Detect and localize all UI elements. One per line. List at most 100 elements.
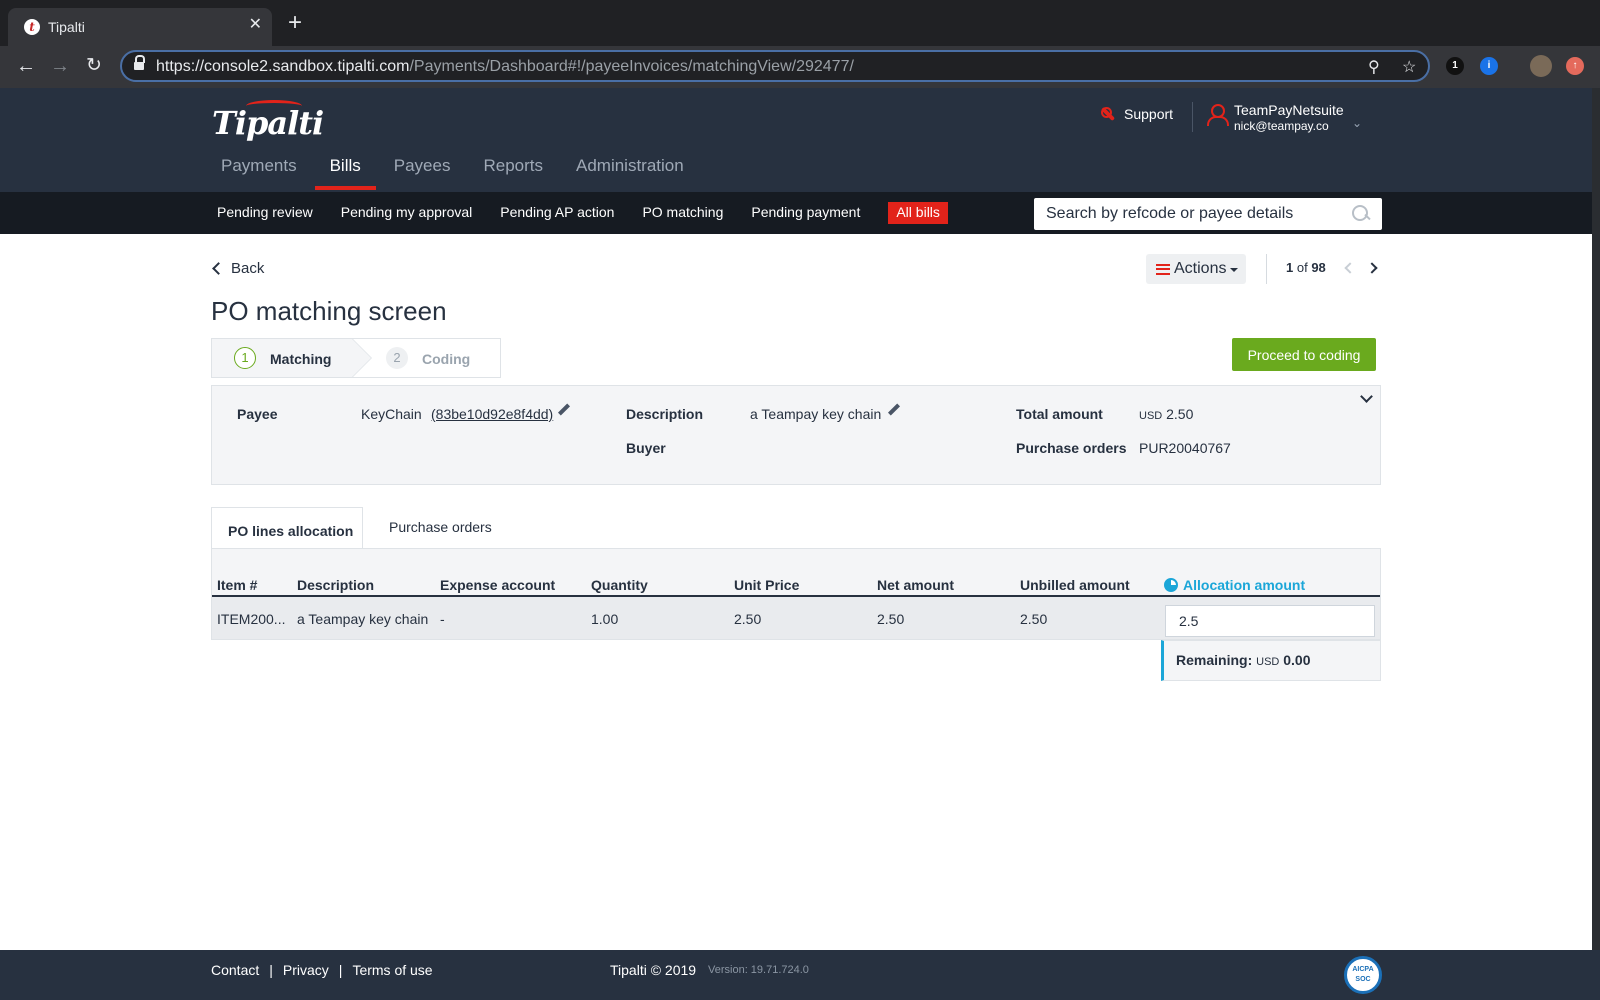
tab-purchase-orders[interactable]: Purchase orders: [389, 519, 492, 535]
browser-tab-title: Tipalti: [48, 19, 85, 35]
extension-badge-icon[interactable]: 1: [1446, 57, 1464, 75]
search-box: [1034, 198, 1382, 230]
password-manager-icon[interactable]: i: [1480, 57, 1498, 75]
nav-reports[interactable]: Reports: [483, 150, 543, 188]
col-item: Item #: [217, 577, 258, 593]
purchase-orders-value: PUR20040767: [1139, 440, 1231, 456]
footer-privacy-link[interactable]: Privacy: [283, 962, 329, 978]
subnav-pending-review[interactable]: Pending review: [217, 204, 313, 224]
pager-current: 1: [1286, 260, 1294, 275]
buyer-label: Buyer: [626, 440, 666, 456]
close-tab-icon[interactable]: ✕: [249, 16, 262, 34]
reload-icon[interactable]: ↻: [86, 55, 102, 77]
nav-administration[interactable]: Administration: [576, 150, 684, 188]
support-link[interactable]: Support: [1100, 106, 1173, 122]
pager-of: of: [1296, 260, 1308, 275]
remaining-summary: Remaining: USD 0.00: [1161, 640, 1381, 681]
user-email: nick@teampay.co: [1234, 119, 1329, 133]
description-value: a Teampay key chain: [750, 406, 882, 422]
actions-button[interactable]: Actions: [1146, 254, 1246, 284]
back-arrow-icon[interactable]: ←: [16, 55, 36, 77]
step-2-label[interactable]: Coding: [422, 351, 470, 367]
footer-terms-link[interactable]: Terms of use: [352, 962, 432, 978]
scrollbar[interactable]: [1592, 88, 1600, 950]
description-label: Description: [626, 406, 704, 422]
profile-avatar[interactable]: [1530, 55, 1552, 77]
pager-total: 98: [1311, 260, 1326, 275]
tab-po-lines-allocation[interactable]: PO lines allocation: [211, 507, 363, 549]
cell-unbilled-amount: 2.50: [1020, 611, 1048, 627]
payee-id-link[interactable]: (83be10d92e8f4dd): [431, 406, 553, 422]
col-description: Description: [297, 577, 375, 593]
chevron-left-icon: [212, 262, 225, 275]
cell-item: ITEM200...: [217, 611, 286, 627]
collapse-panel-icon[interactable]: [1360, 390, 1373, 403]
proceed-to-coding-button[interactable]: Proceed to coding: [1232, 338, 1376, 371]
cell-quantity: 1.00: [591, 611, 619, 627]
next-page-icon[interactable]: [1366, 262, 1378, 274]
bill-summary-panel: Payee KeyChain (83be10d92e8f4dd) Descrip…: [211, 385, 1381, 485]
nav-bills[interactable]: Bills: [314, 150, 377, 190]
bookmark-star-icon[interactable]: ☆: [1402, 57, 1416, 77]
total-amount-value: USD 2.50: [1139, 406, 1193, 422]
app-header: Tipalti Support TeamPayNetsuite nick@tea…: [0, 88, 1592, 192]
cell-expense-account: -: [440, 611, 445, 627]
footer-version: Version: 19.71.724.0: [708, 964, 809, 976]
caret-down-icon: [1230, 268, 1239, 272]
cell-description: a Teampay key chain: [297, 611, 429, 627]
col-unbilled-amount: Unbilled amount: [1020, 577, 1130, 593]
update-icon[interactable]: ↑: [1566, 57, 1584, 75]
page-title: PO matching screen: [211, 296, 447, 326]
purchase-orders-label: Purchase orders: [1016, 440, 1127, 456]
url-host: https://console2.sandbox.tipalti.com: [156, 58, 410, 75]
footer-contact-link[interactable]: Contact: [211, 962, 259, 978]
chevron-down-icon[interactable]: ⌄: [1352, 116, 1362, 130]
zoom-icon[interactable]: ⚲: [1368, 57, 1380, 77]
col-net-amount: Net amount: [877, 577, 954, 593]
main-nav: Payments Bills Payees Reports Administra…: [221, 150, 717, 190]
search-icon[interactable]: [1352, 205, 1370, 223]
url-path: /Payments/Dashboard#!/payeeInvoices/matc…: [409, 58, 854, 75]
nav-payments[interactable]: Payments: [221, 150, 297, 188]
user-name: TeamPayNetsuite: [1234, 102, 1344, 118]
col-allocation-label: Allocation amount: [1183, 577, 1306, 593]
aicpa-soc-badge-icon: AICPA SOC: [1344, 956, 1382, 994]
previous-page-icon[interactable]: [1344, 262, 1356, 274]
subnav-pending-ap-action[interactable]: Pending AP action: [500, 204, 614, 224]
payee-name: KeyChain: [361, 406, 422, 422]
browser-toolbar: ← → ↻ https://console2.sandbox.tipalti.c…: [0, 46, 1600, 88]
po-lines-table: Item # Description Expense account Quant…: [211, 548, 1381, 640]
back-link[interactable]: Back: [212, 260, 265, 277]
browser-tab[interactable]: t Tipalti ✕: [8, 8, 272, 46]
edit-payee-icon[interactable]: [558, 404, 570, 416]
cell-unit-price: 2.50: [734, 611, 762, 627]
subnav-po-matching[interactable]: PO matching: [642, 204, 723, 224]
url-text: https://console2.sandbox.tipalti.com/Pay…: [156, 58, 854, 76]
pie-chart-icon: [1164, 578, 1178, 592]
search-input[interactable]: [1034, 198, 1344, 230]
total-number: 2.50: [1166, 406, 1194, 422]
wrench-icon: [1100, 106, 1116, 122]
lock-icon: [134, 55, 145, 71]
page-footer: Contact | Privacy | Terms of use Tipalti…: [0, 950, 1600, 1000]
support-label: Support: [1124, 106, 1174, 122]
step-arrow: [352, 339, 371, 377]
nav-payees[interactable]: Payees: [394, 150, 451, 188]
subnav-pending-my-approval[interactable]: Pending my approval: [341, 204, 473, 224]
address-bar[interactable]: https://console2.sandbox.tipalti.com/Pay…: [120, 50, 1430, 82]
subnav-all-bills[interactable]: All bills: [888, 202, 948, 224]
allocation-amount-input[interactable]: [1165, 605, 1375, 637]
subnav-pending-payment[interactable]: Pending payment: [751, 204, 860, 224]
tipalti-favicon-icon: t: [24, 19, 40, 35]
forward-arrow-icon[interactable]: →: [50, 55, 70, 77]
new-tab-icon[interactable]: +: [288, 11, 302, 35]
menu-icon: [1156, 263, 1170, 275]
actions-label: Actions: [1174, 260, 1227, 277]
badge-bottom-text: SOC: [1355, 976, 1371, 983]
user-menu[interactable]: TeamPayNetsuite nick@teampay.co: [1206, 102, 1344, 133]
step-1-label: Matching: [270, 351, 332, 367]
edit-description-icon[interactable]: [888, 404, 900, 416]
user-icon: [1206, 104, 1229, 126]
cell-net-amount: 2.50: [877, 611, 905, 627]
back-label: Back: [231, 260, 265, 277]
